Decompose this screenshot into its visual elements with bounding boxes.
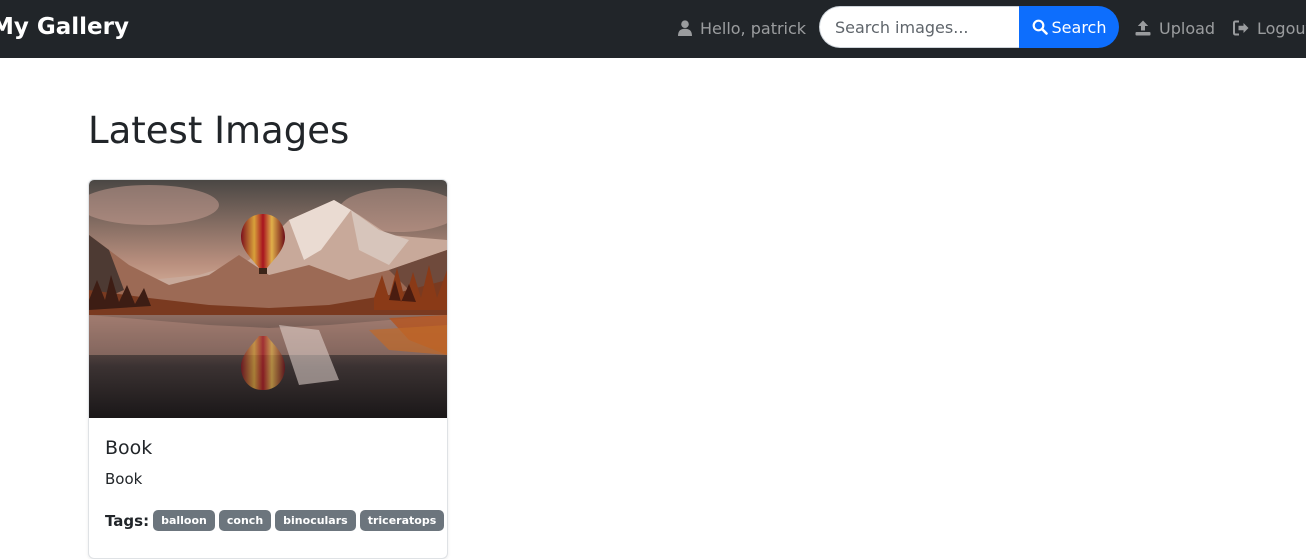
user-greeting: Hello, patrick <box>678 17 806 39</box>
card-description: Book <box>105 470 143 488</box>
greeting-text: Hello, patrick <box>700 18 807 38</box>
logout-icon <box>1233 20 1249 36</box>
logout-link[interactable]: Logout <box>1233 17 1306 39</box>
card-image[interactable] <box>89 180 447 418</box>
card-title: Book <box>105 437 153 459</box>
tag-badge[interactable]: triceratops <box>359 510 445 531</box>
search-form: Search <box>819 6 1119 48</box>
image-card[interactable]: Book Book Tags: balloon conch binoculars… <box>88 179 448 559</box>
tag-badge[interactable]: conch <box>218 510 272 531</box>
navbar: My Gallery Hello, patrick Search Upload <box>0 0 1306 58</box>
tags-row: Tags: balloon conch binoculars tricerato… <box>105 510 447 531</box>
logout-label: Logout <box>1257 18 1306 38</box>
page-title: Latest Images <box>88 109 350 152</box>
tags-label: Tags: <box>105 511 150 530</box>
upload-icon <box>1135 20 1151 36</box>
tag-badge[interactable]: binoculars <box>275 510 356 531</box>
search-icon <box>1032 19 1048 35</box>
search-button[interactable]: Search <box>1019 6 1119 48</box>
search-button-label: Search <box>1051 17 1107 37</box>
upload-link[interactable]: Upload <box>1135 17 1215 39</box>
brand-link[interactable]: My Gallery <box>0 13 129 41</box>
tag-badge[interactable]: balloon <box>153 510 215 531</box>
upload-label: Upload <box>1159 18 1216 38</box>
search-input[interactable] <box>819 6 1019 48</box>
user-icon <box>678 20 692 36</box>
